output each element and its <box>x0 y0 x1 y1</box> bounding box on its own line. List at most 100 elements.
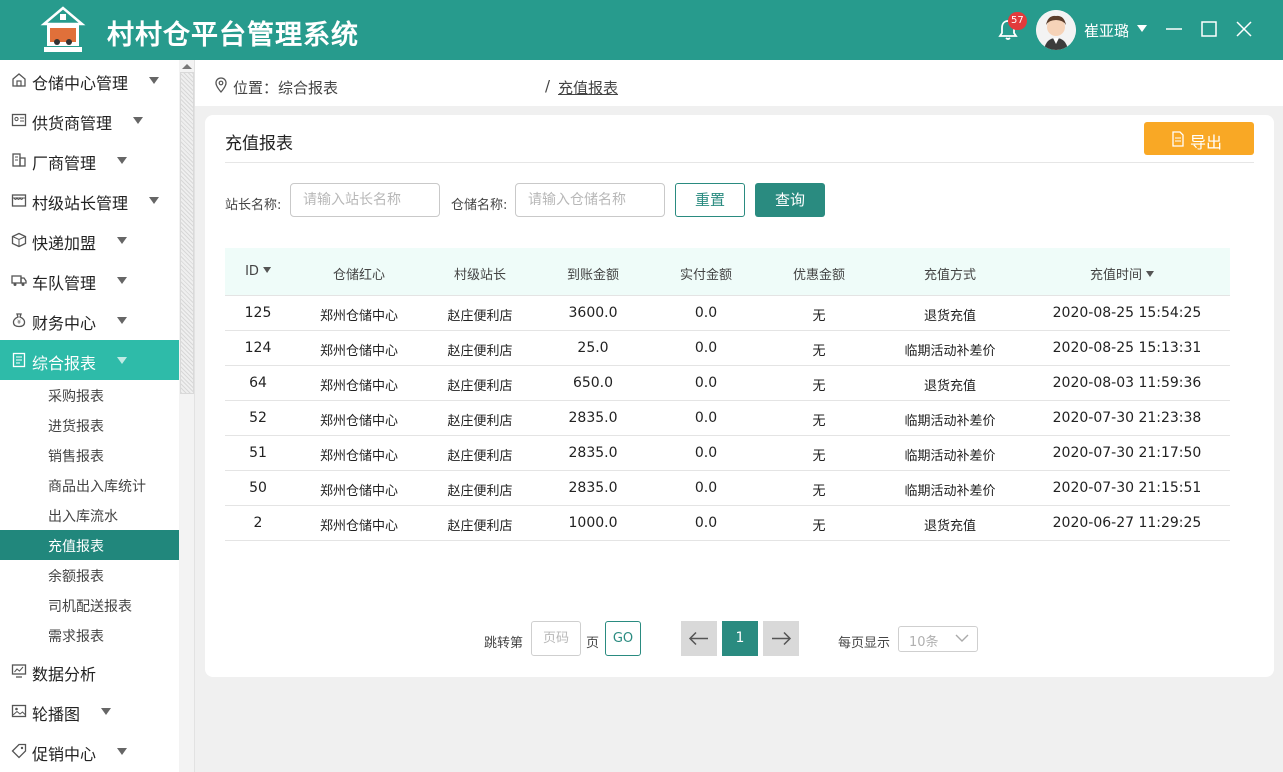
warehouse-name-input[interactable] <box>515 183 665 217</box>
chevron-down-icon <box>117 748 127 755</box>
table-row: 64 郑州仓储中心 赵庄便利店 650.0 0.0 无 退货充值 2020-08-03 11:… <box>225 366 1230 401</box>
cell-id: 64 <box>249 375 267 391</box>
column-header-id[interactable]: ID <box>245 264 271 279</box>
column-header-recharge-time[interactable]: 充值时间 <box>1090 264 1155 283</box>
sidebar-subitem-stock-in-report[interactable]: 进货报表 <box>0 410 179 440</box>
arrow-right-icon <box>772 631 792 646</box>
column-header-received-amount: 到账金额 <box>566 268 620 283</box>
sidebar-item-manufacturer[interactable]: 厂商管理 <box>0 140 179 180</box>
column-header-discount-amount: 优惠金额 <box>792 268 846 283</box>
cell-recharge-method: 退货充值 <box>923 309 977 324</box>
sidebar-subitem-balance-report[interactable]: 余额报表 <box>0 560 179 590</box>
sidebar-subitem-inout-stats[interactable]: 商品出入库统计 <box>0 470 179 500</box>
cell-paid-amount: 0.0 <box>694 410 718 426</box>
sidebar-item-finance[interactable]: ¥ 财务中心 <box>0 300 179 340</box>
current-page-button[interactable]: 1 <box>722 621 758 656</box>
cell-station: 赵庄便利店 <box>447 414 513 429</box>
station-name-label: 站长名称: <box>225 198 282 213</box>
divider <box>225 162 1254 163</box>
sidebar-subitem-recharge-report[interactable]: 充值报表 <box>0 530 179 560</box>
sidebar-subitem-label: 余额报表 <box>48 569 104 585</box>
cell-received-amount: 2835.0 <box>568 410 618 426</box>
column-header-warehouse: 仓储红心 <box>332 268 386 283</box>
cell-recharge-method: 退货充值 <box>923 379 977 394</box>
cell-recharge-method: 临期活动补差价 <box>904 414 996 429</box>
minimize-icon[interactable] <box>1163 18 1185 40</box>
store-icon <box>11 194 27 207</box>
cell-discount-amount: 无 <box>812 414 826 429</box>
avatar[interactable] <box>1036 10 1076 50</box>
sidebar-item-label: 村级站长管理 <box>32 194 129 213</box>
arrow-left-icon <box>688 631 708 646</box>
station-name-input[interactable] <box>290 183 440 217</box>
breadcrumb-current[interactable]: 充值报表 <box>558 77 618 98</box>
sidebar-subitem-driver-delivery-report[interactable]: 司机配送报表 <box>0 590 179 620</box>
cell-recharge-method: 临期活动补差价 <box>904 484 996 499</box>
sidebar-item-reports[interactable]: 综合报表 <box>0 340 179 380</box>
sidebar-item-supplier[interactable]: 供货商管理 <box>0 100 179 140</box>
cell-recharge-time: 2020-06-27 11:29:25 <box>1052 515 1202 531</box>
cell-station: 赵庄便利店 <box>447 484 513 499</box>
sidebar-subitem-label: 销售报表 <box>48 449 104 465</box>
sidebar-subitem-demand-report[interactable]: 需求报表 <box>0 620 179 650</box>
building-icon <box>12 153 26 167</box>
cell-recharge-time: 2020-07-30 21:17:50 <box>1052 445 1202 461</box>
sidebar-item-label: 仓储中心管理 <box>32 74 129 93</box>
table-row: 51 郑州仓储中心 赵庄便利店 2835.0 0.0 无 临期活动补差价 2020-07-30… <box>225 436 1230 471</box>
export-button[interactable]: 导出 <box>1144 122 1254 155</box>
table-row: 2 郑州仓储中心 赵庄便利店 1000.0 0.0 无 退货充值 2020-06-27 11:… <box>225 506 1230 541</box>
cell-discount-amount: 无 <box>812 344 826 359</box>
cell-warehouse: 郑州仓储中心 <box>319 449 399 464</box>
money-bag-icon: ¥ <box>12 313 26 328</box>
sidebar-item-label: 快递加盟 <box>32 234 97 253</box>
go-button[interactable]: GO <box>605 621 641 656</box>
page-size-value: 10条 <box>909 635 939 650</box>
sidebar-item-warehouse[interactable]: 仓储中心管理 <box>0 60 179 100</box>
scroll-up-arrow-icon[interactable] <box>182 64 192 69</box>
cell-recharge-method: 退货充值 <box>923 519 977 534</box>
reset-button[interactable]: 重置 <box>675 183 745 217</box>
sidebar-item-label: 综合报表 <box>32 354 97 373</box>
page-size-select[interactable]: 10条 <box>898 626 978 652</box>
monitor-chart-icon <box>11 664 27 678</box>
sidebar-subitem-inout-flow[interactable]: 出入库流水 <box>0 500 179 530</box>
table-row: 52 郑州仓储中心 赵庄便利店 2835.0 0.0 无 临期活动补差价 2020-07-30… <box>225 401 1230 436</box>
chevron-down-icon <box>149 77 159 84</box>
close-icon[interactable] <box>1233 18 1255 40</box>
cell-received-amount: 650.0 <box>572 375 614 391</box>
sidebar-scrollbar[interactable] <box>179 60 195 772</box>
sidebar-subitem-purchase-report[interactable]: 采购报表 <box>0 380 179 410</box>
logo-icon <box>40 6 86 52</box>
chevron-down-icon <box>149 197 159 204</box>
sidebar-item-fleet[interactable]: 车队管理 <box>0 260 179 300</box>
scrollbar-thumb[interactable] <box>180 72 194 394</box>
sort-desc-icon[interactable] <box>1146 271 1155 277</box>
maximize-icon[interactable] <box>1198 18 1220 40</box>
cell-warehouse: 郑州仓储中心 <box>319 519 399 534</box>
sidebar-item-promotion[interactable]: 促销中心 <box>0 731 179 771</box>
sidebar-item-village-station[interactable]: 村级站长管理 <box>0 180 179 220</box>
location-pin-icon <box>215 77 227 93</box>
chevron-down-icon <box>117 317 127 324</box>
chevron-down-icon <box>117 157 127 164</box>
prev-page-button[interactable] <box>681 621 717 656</box>
chevron-down-icon <box>117 357 127 364</box>
cell-recharge-method: 临期活动补差价 <box>904 449 996 464</box>
query-button[interactable]: 查询 <box>755 183 825 217</box>
sidebar-item-express[interactable]: 快递加盟 <box>0 220 179 260</box>
cell-received-amount: 1000.0 <box>568 515 618 531</box>
user-menu-caret-icon[interactable] <box>1137 25 1147 32</box>
cell-warehouse: 郑州仓储中心 <box>319 379 399 394</box>
sort-desc-icon[interactable] <box>262 267 271 273</box>
sidebar-subitem-sales-report[interactable]: 销售报表 <box>0 440 179 470</box>
sidebar-item-data-analysis[interactable]: 数据分析 <box>0 651 179 691</box>
sidebar-item-label: 供货商管理 <box>32 114 113 133</box>
cell-station: 赵庄便利店 <box>447 309 513 324</box>
page-number-input[interactable] <box>531 621 581 656</box>
cell-warehouse: 郑州仓储中心 <box>319 484 399 499</box>
chevron-down-icon <box>117 237 127 244</box>
sidebar-item-carousel[interactable]: 轮播图 <box>0 691 179 731</box>
username[interactable]: 崔亚璐 <box>1084 20 1129 41</box>
next-page-button[interactable] <box>763 621 799 656</box>
cell-paid-amount: 0.0 <box>694 445 718 461</box>
